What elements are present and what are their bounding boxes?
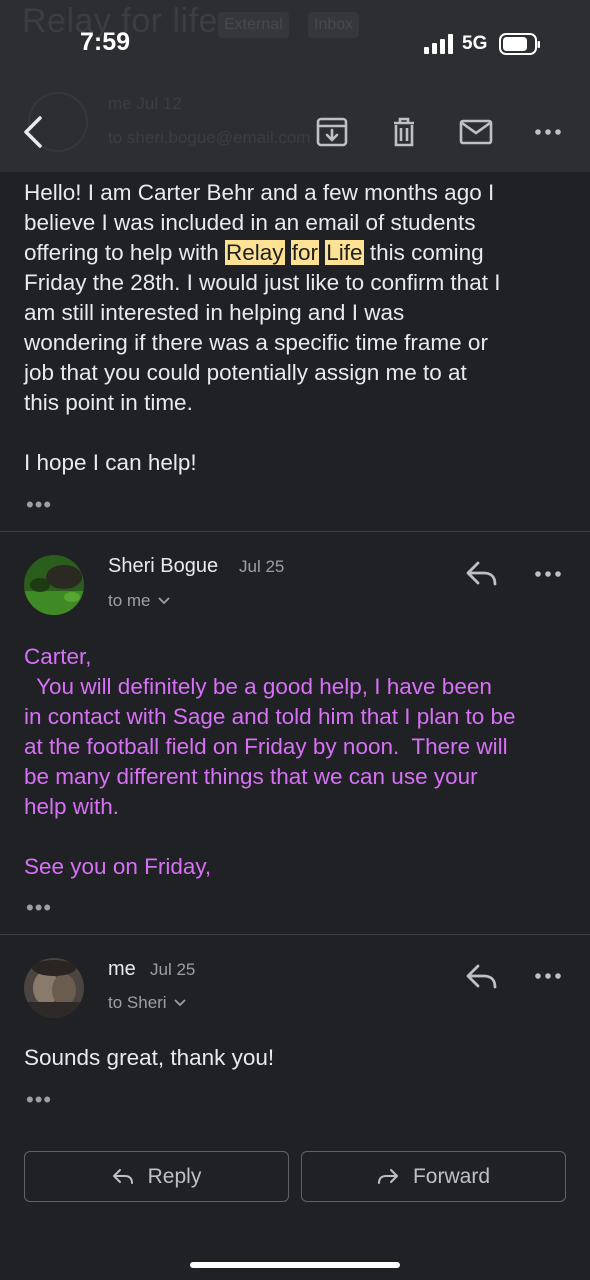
search-highlight: Relay bbox=[224, 240, 285, 265]
signal-icon bbox=[424, 34, 453, 54]
recipient-details-toggle[interactable]: to me bbox=[108, 591, 171, 611]
avatar[interactable] bbox=[24, 958, 84, 1018]
chevron-down-icon bbox=[157, 597, 170, 605]
chevron-down-icon bbox=[173, 999, 186, 1007]
body-line: help with. bbox=[24, 794, 120, 819]
sender-name: me bbox=[108, 958, 136, 980]
top-app-bar: Relay for life External Inbox me Jul 12 … bbox=[0, 0, 590, 172]
status-time: 7:59 bbox=[80, 28, 131, 56]
divider bbox=[0, 934, 590, 935]
forward-label: Forward bbox=[412, 1164, 491, 1188]
body-text: offering to help with bbox=[24, 240, 225, 265]
recipient-line: to Sheri bbox=[108, 993, 167, 1012]
more-icon[interactable] bbox=[530, 556, 566, 592]
home-indicator[interactable] bbox=[190, 1262, 400, 1268]
more-icon[interactable] bbox=[530, 958, 566, 994]
search-highlight: for bbox=[290, 240, 320, 265]
back-icon[interactable] bbox=[14, 112, 50, 148]
show-trimmed-content-button[interactable]: ••• bbox=[26, 1089, 52, 1111]
recipient-details-toggle[interactable]: to Sheri bbox=[108, 993, 187, 1013]
battery-icon bbox=[499, 33, 540, 55]
delete-icon[interactable] bbox=[386, 114, 422, 150]
show-trimmed-content-button[interactable]: ••• bbox=[26, 494, 52, 516]
body-line: You will definitely be a good help, I ha… bbox=[24, 674, 492, 699]
body-line: Friday the 28th. I would just like to co… bbox=[24, 270, 501, 295]
ghost-from-line: me Jul 12 bbox=[108, 94, 182, 113]
body-line: am still interested in helping and I was bbox=[24, 300, 405, 325]
avatar-photo bbox=[24, 958, 84, 1018]
message-body-2: Carter, You will definitely be a good he… bbox=[24, 642, 574, 882]
divider bbox=[0, 531, 590, 532]
label-chip-inbox: Inbox bbox=[308, 12, 360, 38]
reply-button[interactable]: Reply bbox=[24, 1151, 289, 1202]
body-line: wondering if there was a specific time f… bbox=[24, 330, 488, 355]
reply-icon bbox=[112, 1168, 133, 1184]
show-trimmed-content-button[interactable]: ••• bbox=[26, 897, 52, 919]
reply-icon[interactable] bbox=[464, 558, 500, 590]
reply-label: Reply bbox=[147, 1164, 202, 1188]
body-line: Carter, bbox=[24, 644, 92, 669]
body-line: believe I was included in an email of st… bbox=[24, 210, 476, 235]
sender-name: Sheri Bogue bbox=[108, 555, 219, 577]
body-line: in contact with Sage and told him that I… bbox=[24, 704, 516, 729]
mark-unread-icon[interactable] bbox=[458, 114, 494, 150]
body-text: this coming bbox=[363, 240, 484, 265]
ghost-to-line: to sheri.bogue@email.com bbox=[108, 128, 311, 147]
body-line: at the football field on Friday by noon.… bbox=[24, 734, 508, 759]
recipient-line: to me bbox=[108, 591, 151, 610]
forward-icon bbox=[377, 1168, 398, 1184]
avatar-photo bbox=[24, 555, 84, 615]
message-date: Jul 25 bbox=[239, 557, 285, 576]
forward-button[interactable]: Forward bbox=[301, 1151, 566, 1202]
search-highlight: Life bbox=[325, 240, 364, 265]
archive-icon[interactable] bbox=[314, 114, 350, 150]
body-line: job that you could potentially assign me… bbox=[24, 360, 467, 385]
body-line: See you on Friday, bbox=[24, 854, 212, 879]
label-chip-external: External bbox=[218, 12, 289, 38]
body-line: this point in time. bbox=[24, 390, 193, 415]
body-line: be many different things that we can use… bbox=[24, 764, 478, 789]
message-body-3: Sounds great, thank you! bbox=[24, 1045, 275, 1070]
message-date: Jul 25 bbox=[150, 960, 196, 979]
network-type: 5G bbox=[462, 33, 488, 54]
body-line: offering to help with Relay for Life thi… bbox=[24, 238, 569, 268]
avatar[interactable] bbox=[24, 555, 84, 615]
body-line: I hope I can help! bbox=[24, 450, 197, 475]
more-icon[interactable] bbox=[530, 114, 566, 150]
body-line: Hello! I am Carter Behr and a few months… bbox=[24, 180, 495, 205]
message-body-1: Hello! I am Carter Behr and a few months… bbox=[24, 178, 569, 478]
reply-icon[interactable] bbox=[464, 961, 500, 993]
